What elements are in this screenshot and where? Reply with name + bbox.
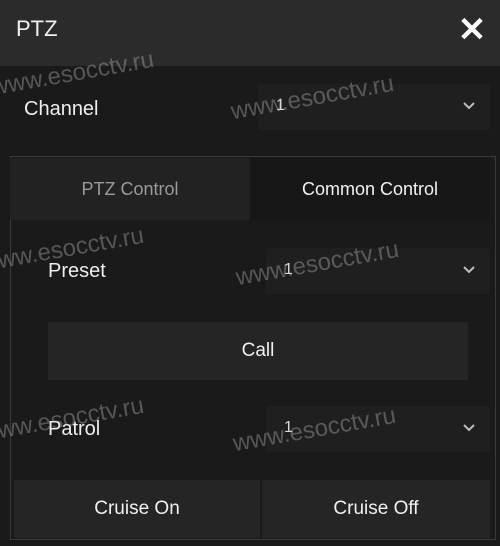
chevron-down-icon xyxy=(463,424,475,432)
chevron-down-icon xyxy=(463,102,475,110)
ptz-dialog: PTZ ✕ Channel 1 PTZ Control Common Contr… xyxy=(0,0,500,546)
cruise-on-button[interactable]: Cruise On xyxy=(14,480,260,538)
channel-value: 1 xyxy=(276,97,285,114)
dialog-title: PTZ xyxy=(16,16,58,41)
call-button[interactable]: Call xyxy=(48,322,468,380)
close-icon[interactable]: ✕ xyxy=(452,10,492,50)
patrol-label: Patrol xyxy=(48,418,101,440)
patrol-value: 1 xyxy=(284,419,293,436)
tab-ptz-control[interactable]: PTZ Control xyxy=(10,158,250,220)
preset-value: 1 xyxy=(284,261,293,278)
channel-label: Channel xyxy=(24,98,99,120)
preset-label: Preset xyxy=(48,260,106,282)
channel-select[interactable]: 1 xyxy=(258,84,490,130)
title-bar: PTZ ✕ xyxy=(0,0,500,66)
tab-common-control[interactable]: Common Control xyxy=(250,158,490,220)
patrol-select[interactable]: 1 xyxy=(266,406,490,452)
preset-select[interactable]: 1 xyxy=(266,248,490,294)
chevron-down-icon xyxy=(463,266,475,274)
cruise-off-button[interactable]: Cruise Off xyxy=(262,480,490,538)
